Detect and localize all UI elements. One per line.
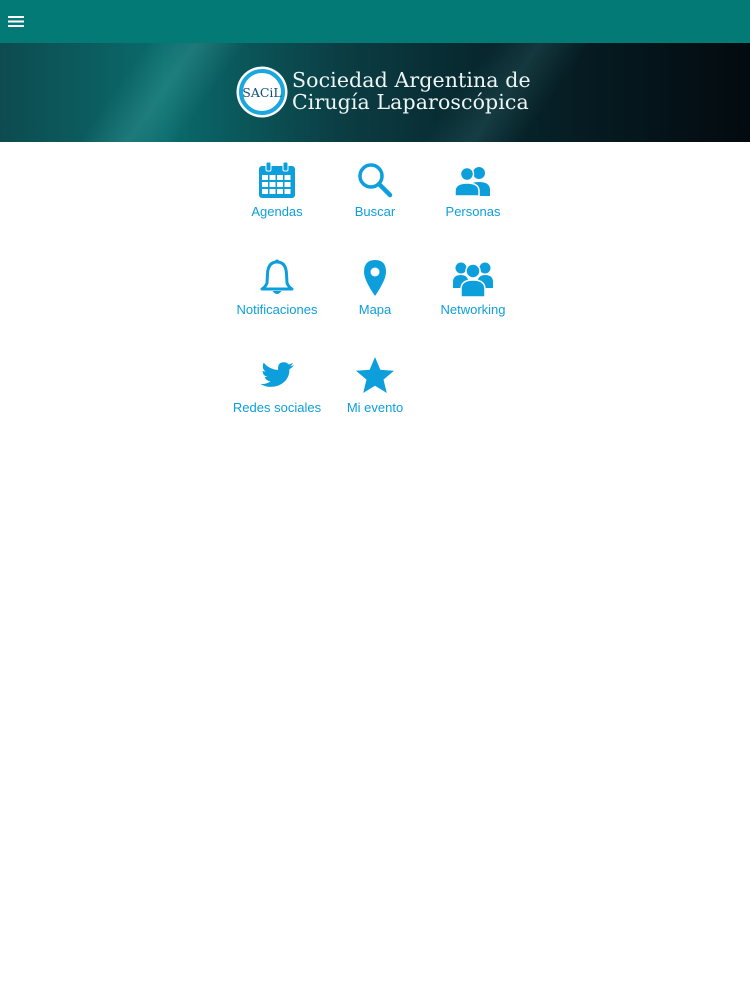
menu-button[interactable]	[0, 0, 32, 43]
tile-personas[interactable]: Personas	[424, 156, 522, 236]
people-icon	[454, 166, 490, 197]
event-banner: SACiL Sociedad Argentina de Cirugía Lapa…	[0, 43, 750, 142]
map-pin-icon	[364, 260, 386, 296]
tile-networking[interactable]: Networking	[424, 254, 522, 334]
tile-mapa[interactable]: Mapa	[326, 254, 424, 334]
logo-text: SACiL	[242, 85, 281, 100]
tile-label: Personas	[445, 204, 501, 219]
banner-title-line2: Cirugía Laparoscópica	[292, 90, 529, 114]
hamburger-menu-icon	[8, 16, 24, 27]
bell-icon	[260, 259, 294, 294]
group-icon	[453, 262, 493, 298]
tile-mi-evento[interactable]: Mi evento	[326, 352, 424, 432]
tile-label: Notificaciones	[236, 302, 318, 317]
tile-label: Agendas	[251, 204, 303, 219]
tile-notificaciones[interactable]: Notificaciones	[228, 254, 326, 334]
top-app-bar	[0, 0, 750, 43]
tile-buscar[interactable]: Buscar	[326, 156, 424, 236]
tile-label: Mi evento	[346, 400, 404, 415]
tile-label: Networking	[440, 302, 506, 317]
calendar-icon	[259, 161, 295, 198]
search-icon	[358, 163, 393, 198]
tile-label: Mapa	[358, 302, 392, 317]
banner-title-line1: Sociedad Argentina de	[292, 68, 531, 92]
tile-agendas[interactable]: Agendas	[228, 156, 326, 236]
sacil-logo: SACiL	[236, 66, 288, 118]
star-icon	[356, 357, 394, 393]
banner-title: Sociedad Argentina de Cirugía Laparoscóp…	[292, 69, 531, 113]
twitter-bird-icon	[260, 362, 294, 387]
tile-label: Redes sociales	[232, 400, 322, 415]
tile-redes-sociales[interactable]: Redes sociales	[228, 352, 326, 432]
tile-label: Buscar	[354, 204, 396, 219]
